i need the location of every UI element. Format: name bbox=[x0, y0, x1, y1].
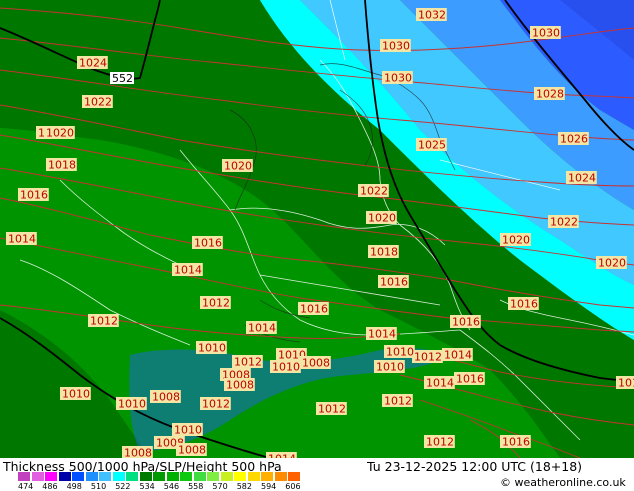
legend-swatch bbox=[31, 472, 44, 481]
isobar-label: 1014 bbox=[444, 349, 472, 362]
isobar-label: 1020 bbox=[502, 234, 530, 247]
legend-swatch bbox=[247, 472, 260, 481]
isobar-label: 1014 bbox=[248, 322, 276, 335]
isobar-label: 1022 bbox=[550, 216, 578, 229]
isobar-label: 1022 bbox=[84, 96, 112, 109]
isobar-label: 1012 bbox=[414, 351, 442, 364]
isobar-label: 1022 bbox=[360, 185, 388, 198]
legend-swatch bbox=[153, 472, 165, 481]
isobar-label: 1010 bbox=[198, 342, 226, 355]
isobar-label: 1012 bbox=[318, 403, 346, 416]
isobar-label: 1024 bbox=[568, 172, 596, 185]
credit-text: © weatheronline.co.uk bbox=[500, 476, 626, 489]
isobar-label: 1026 bbox=[560, 133, 588, 146]
isobar-label: 1016 bbox=[452, 316, 480, 329]
isobar-label: 1016 bbox=[510, 298, 538, 311]
isobar-label: 1016 bbox=[380, 276, 408, 289]
legend-swatch bbox=[18, 472, 30, 481]
isobar-label: 1010 bbox=[376, 361, 404, 374]
isobar-label: 1012 bbox=[202, 398, 230, 411]
height-label: 552 bbox=[112, 72, 133, 85]
isobar-label: 1008 bbox=[178, 444, 206, 457]
map-datetime: Tu 23-12-2025 12:00 UTC (18+18) bbox=[367, 459, 583, 474]
isobar-label: 1032 bbox=[418, 9, 446, 22]
legend-swatch bbox=[180, 472, 192, 481]
isobar-label: 1020 bbox=[598, 257, 626, 270]
weather-map: 552 1032 1030 1030 1030 1028 1026 1025 1024 1024… bbox=[0, 0, 634, 458]
isobar-label: 1008 bbox=[152, 391, 180, 404]
legend-swatch bbox=[112, 472, 125, 481]
legend-swatch bbox=[207, 472, 219, 481]
isobar-label: 1008 bbox=[226, 379, 254, 392]
legend-swatch bbox=[58, 472, 71, 481]
legend-swatch bbox=[99, 472, 111, 481]
isobar-label: 1016 bbox=[20, 189, 48, 202]
isobar-label: 1014 bbox=[8, 233, 36, 246]
legend-swatch bbox=[261, 472, 273, 481]
legend-swatch bbox=[220, 472, 233, 481]
isobar-label: 1010 bbox=[272, 361, 300, 374]
isobar-label: 1016 bbox=[456, 373, 484, 386]
isobar-label: 1014 bbox=[368, 328, 396, 341]
legend-swatch bbox=[45, 472, 57, 481]
legend-swatch bbox=[85, 472, 98, 481]
isobar-label: 1030 bbox=[382, 40, 410, 53]
isobar-label: 1008 bbox=[124, 447, 152, 459]
isobar-label: 1028 bbox=[536, 88, 564, 101]
color-legend: 474 486 498 510 522 534 546 558 570 582 594 606 bbox=[18, 472, 308, 491]
isobar-label: 1010 bbox=[62, 388, 90, 401]
isobar-label: 1016 bbox=[194, 237, 222, 250]
isobar-label: 1020 bbox=[46, 127, 74, 140]
legend-swatch bbox=[288, 472, 300, 481]
isobar-label: 1012 bbox=[384, 395, 412, 408]
legend-swatch bbox=[234, 472, 246, 481]
isobar-label: 1012 bbox=[90, 315, 118, 328]
isobar-label: 1030 bbox=[532, 27, 560, 40]
isobar-label: 1012 bbox=[234, 356, 262, 369]
isobar-label: 1014 bbox=[618, 377, 634, 390]
isobar-label: 1018 bbox=[370, 246, 398, 259]
legend-swatch bbox=[193, 472, 206, 481]
isobar-label: 1024 bbox=[79, 57, 107, 70]
isobar-label: 1014 bbox=[174, 264, 202, 277]
legend-swatch bbox=[139, 472, 152, 481]
isobar-label: 1025 bbox=[418, 139, 446, 152]
isobar-label: 1020 bbox=[368, 212, 396, 225]
isobar-label: 1010 bbox=[118, 398, 146, 411]
legend-swatch bbox=[72, 472, 84, 481]
isobar-label: 1014 bbox=[426, 377, 454, 390]
isobar-label: 1012 bbox=[426, 436, 454, 449]
isobar-label: 1020 bbox=[224, 160, 252, 173]
legend-swatch bbox=[274, 472, 287, 481]
legend-swatch bbox=[166, 472, 179, 481]
legend-swatch bbox=[126, 472, 138, 481]
isobar-label: 1008 bbox=[302, 357, 330, 370]
isobar-label: 1012 bbox=[202, 297, 230, 310]
isobar-label: 1016 bbox=[502, 436, 530, 449]
isobar-label: 1010 bbox=[386, 346, 414, 359]
isobar-label: 1018 bbox=[48, 159, 76, 172]
isobar-label: 1030 bbox=[384, 72, 412, 85]
isobar-label: 1016 bbox=[300, 303, 328, 316]
isobar-label: 1010 bbox=[174, 424, 202, 437]
